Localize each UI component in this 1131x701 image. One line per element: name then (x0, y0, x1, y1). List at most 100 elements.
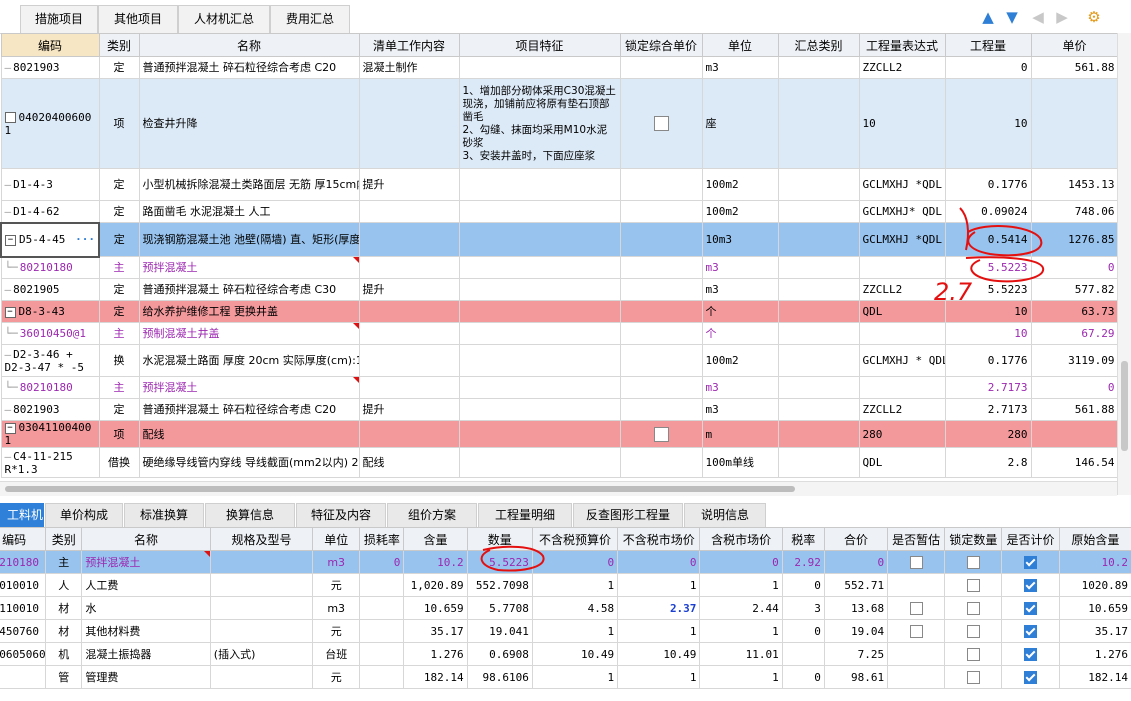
scroll-thumb[interactable] (1121, 361, 1128, 451)
table-row[interactable]: └─ 80210180 主预拌混凝土 m3 2.7173 0 (0, 376, 1117, 399)
lock-quantity-cell[interactable] (944, 596, 1003, 620)
feature-cell[interactable] (458, 322, 621, 345)
table-row[interactable]: 99450760材其他材料费元35.1719.041111019.0435.17 (0, 619, 1131, 643)
is-priced-checkbox[interactable] (1024, 670, 1038, 684)
column-header[interactable]: 编码 (0, 33, 100, 57)
original-content-cell[interactable]: 182.14 (1058, 665, 1131, 689)
code-cell[interactable] (0, 665, 47, 689)
content-cell[interactable]: 10.659 (403, 596, 468, 620)
column-header[interactable]: 不含税市场价 (617, 527, 701, 551)
quantity-expression-cell[interactable]: ZZCLL2 (858, 278, 946, 301)
summary-category-cell[interactable] (777, 420, 860, 448)
original-content-cell[interactable]: 1020.89 (1058, 573, 1131, 597)
column-header[interactable]: 工程量 (944, 33, 1032, 57)
column-header[interactable]: 规格及型号 (209, 527, 314, 551)
code-cell[interactable]: — D1-4-3 (0, 168, 100, 201)
content-cell[interactable]: 1,020.89 (403, 573, 468, 597)
name-cell[interactable]: 预拌混凝土 (138, 376, 360, 399)
budget-price-cell[interactable]: 1 (531, 573, 619, 597)
code-cell[interactable]: 990605060 (0, 642, 47, 666)
tax-market-price-cell[interactable]: 1 (699, 573, 783, 597)
code-cell[interactable]: 34110010 (0, 596, 47, 620)
column-header[interactable]: 名称 (138, 33, 360, 57)
feature-cell[interactable] (458, 420, 621, 448)
lock-quantity-checkbox[interactable] (966, 647, 980, 661)
lock-quantity-checkbox[interactable] (966, 555, 980, 569)
detail-tab[interactable]: 工料机显示 (0, 503, 44, 528)
column-header[interactable]: 类别 (98, 33, 140, 57)
tax-market-price-cell[interactable]: 11.01 (699, 642, 783, 666)
type-cell[interactable]: 定 (98, 168, 140, 201)
unit-cell[interactable]: m3 (701, 376, 779, 399)
is-estimate-checkbox[interactable] (909, 624, 923, 638)
unit-cell[interactable]: 台班 (312, 642, 361, 666)
detail-tab[interactable]: 反查图形工程量 (573, 503, 683, 528)
column-header[interactable]: 单位 (312, 527, 361, 551)
budget-price-cell[interactable]: 1 (531, 619, 619, 643)
name-cell[interactable]: 混凝土振捣器 (81, 642, 211, 666)
content-cell[interactable]: 35.17 (403, 619, 468, 643)
unit-cell[interactable]: m3 (701, 278, 779, 301)
is-priced-checkbox[interactable] (1024, 601, 1038, 615)
name-cell[interactable]: 硬绝缘导线管内穿线 导线截面(mm2以内) 2.5 人工*1.3 (138, 447, 360, 478)
column-header[interactable]: 类别 (45, 527, 83, 551)
quantity-cell[interactable]: 0 (944, 56, 1032, 79)
horizontal-scrollbar[interactable] (0, 481, 1117, 496)
budget-price-cell[interactable]: 0 (531, 550, 619, 574)
column-header[interactable]: 含量 (403, 527, 468, 551)
quantity-cell[interactable]: 0.5414 (944, 222, 1032, 257)
detail-tab[interactable]: 组价方案 (387, 503, 477, 528)
budget-price-cell[interactable]: 10.49 (531, 642, 619, 666)
code-cell[interactable]: 00010010 (0, 573, 47, 597)
lock-price-cell[interactable] (619, 376, 703, 399)
work-content-cell[interactable]: 配线 (358, 447, 460, 478)
type-cell[interactable]: 主 (98, 376, 140, 399)
name-cell[interactable]: 人工费 (81, 573, 211, 597)
spec-cell[interactable] (209, 573, 314, 597)
unit-price-cell[interactable]: 3119.09 (1030, 344, 1117, 377)
lock-price-cell[interactable] (619, 344, 703, 377)
code-cell[interactable]: − D8-3-43 (0, 300, 100, 323)
total-price-cell[interactable]: 0 (823, 550, 889, 574)
column-header[interactable]: 原始含量 (1058, 527, 1131, 551)
is-priced-cell[interactable] (1001, 596, 1060, 620)
unit-cell[interactable]: 个 (701, 300, 779, 323)
column-header[interactable]: 项目特征 (458, 33, 621, 57)
lock-quantity-cell[interactable] (944, 573, 1003, 597)
arrow-right-icon[interactable]: ▶ (1054, 9, 1070, 25)
quantity-cell[interactable]: 5.5223 (944, 256, 1032, 279)
code-cell[interactable]: —8021903 (0, 398, 100, 421)
detail-tab[interactable]: 单价构成 (45, 503, 123, 528)
type-cell[interactable]: 项 (98, 420, 140, 448)
column-header[interactable]: 单位 (701, 33, 779, 57)
unit-price-cell[interactable]: 1276.85 (1030, 222, 1117, 257)
quantity-expression-cell[interactable] (858, 322, 946, 345)
work-content-cell[interactable]: 提升 (358, 398, 460, 421)
quantity-cell[interactable]: 10 (944, 322, 1032, 345)
is-priced-cell[interactable] (1001, 665, 1060, 689)
name-cell[interactable]: 小型机械拆除混凝土类路面层 无筋 厚15cm内 (138, 168, 360, 201)
summary-category-cell[interactable] (777, 398, 860, 421)
name-cell[interactable]: 其他材料费 (81, 619, 211, 643)
is-estimate-checkbox[interactable] (909, 555, 923, 569)
summary-category-cell[interactable] (777, 56, 860, 79)
lock-price-cell[interactable] (619, 222, 703, 257)
code-cell[interactable]: — C4-11-215 R*1.3 (0, 447, 100, 478)
budget-price-cell[interactable]: 1 (531, 665, 619, 689)
lock-price-checkbox[interactable] (653, 426, 669, 442)
spec-cell[interactable]: (插入式) (209, 642, 314, 666)
table-row[interactable]: −D5-4-45 ···定现浇钢筋混凝土池 池壁(隔墙) 直、矩形(厚度) 30c… (0, 221, 1117, 258)
total-price-cell[interactable]: 13.68 (823, 596, 889, 620)
code-cell[interactable]: 80210180 (0, 550, 47, 574)
tax-rate-cell[interactable] (781, 642, 825, 666)
quantity-cell[interactable]: 2.7173 (944, 398, 1032, 421)
work-content-cell[interactable] (358, 200, 460, 223)
type-cell[interactable]: 定 (98, 300, 140, 323)
column-header[interactable]: 是否暂估 (887, 527, 946, 551)
summary-category-cell[interactable] (777, 322, 860, 345)
work-content-cell[interactable] (358, 78, 460, 169)
type-cell[interactable]: 换 (98, 344, 140, 377)
unit-cell[interactable]: 元 (312, 665, 361, 689)
feature-cell[interactable] (458, 200, 621, 223)
type-cell[interactable]: 借换 (98, 447, 140, 478)
